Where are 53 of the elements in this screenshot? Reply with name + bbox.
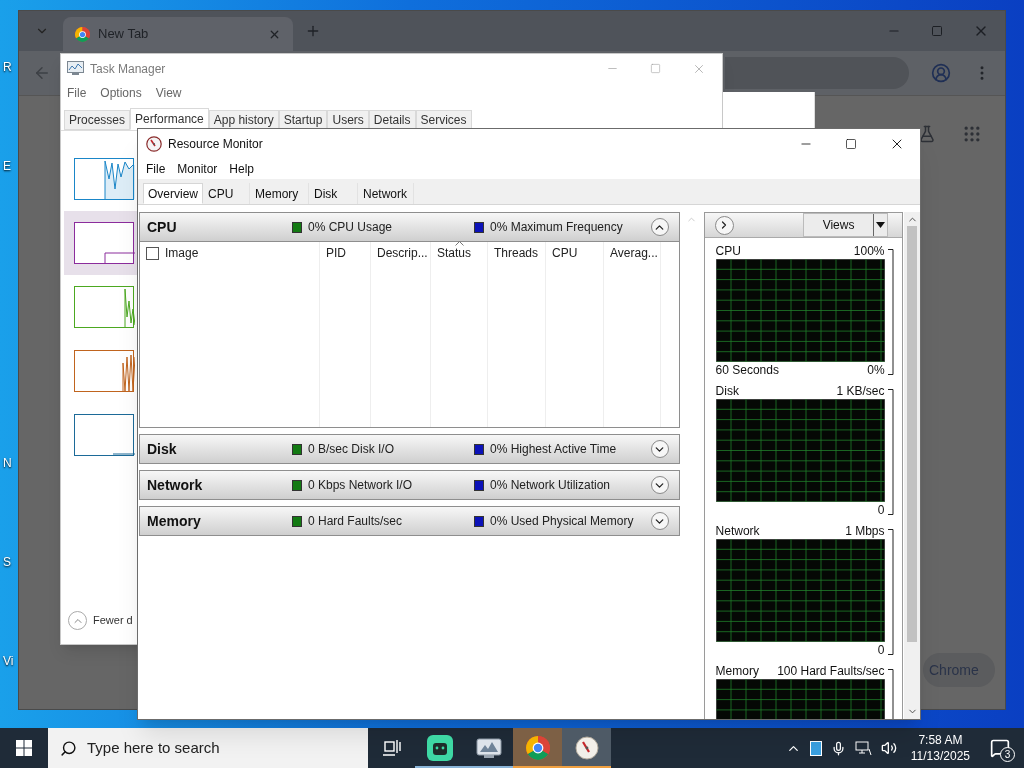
section-header[interactable]: Memory 0 Hard Faults/sec 0% Used Physical Memory xyxy=(139,506,680,536)
menu-item[interactable]: File xyxy=(67,84,87,102)
menu-item[interactable]: Options xyxy=(100,84,142,102)
section-title: Memory xyxy=(147,511,202,531)
column-header[interactable]: Threads xyxy=(488,242,545,264)
graph-scale-min: 0 xyxy=(877,642,885,659)
tab[interactable]: Processes xyxy=(64,110,131,130)
metric-label: 0 Kbps Network I/O xyxy=(308,477,413,494)
metric-label: 0 B/sec Disk I/O xyxy=(308,441,395,458)
notification-badge: 3 xyxy=(1000,747,1015,762)
metric-label: 0% CPU Usage xyxy=(308,219,393,236)
menu-item[interactable]: File xyxy=(146,160,166,178)
window-title: Task Manager xyxy=(90,60,166,78)
graph-scale-max: 100 Hard Faults/sec xyxy=(777,663,885,680)
metric-label: 0% Maximum Frequency xyxy=(490,219,623,236)
fewer-details-link[interactable]: Fewer d xyxy=(93,612,133,629)
views-button[interactable]: Views xyxy=(803,213,889,237)
graph-title: Network xyxy=(715,523,760,540)
section-header[interactable]: CPU 0% CPU Usage 0% Maximum Frequency xyxy=(139,212,680,242)
menu-item[interactable]: View xyxy=(155,84,182,102)
search-field[interactable]: Type here to search xyxy=(48,728,368,768)
section-header[interactable]: Disk 0 B/sec Disk I/O 0% Highest Active Time xyxy=(139,434,680,464)
menu-item[interactable]: Monitor xyxy=(177,160,218,178)
metric-label: 0% Network Utilization xyxy=(490,477,611,494)
metric-label: 0 Hard Faults/sec xyxy=(308,513,403,530)
graph-title: Memory xyxy=(715,663,759,680)
column-header[interactable]: CPU xyxy=(546,242,603,264)
graph-scale-max: 1 KB/sec xyxy=(836,383,885,400)
section-title: CPU xyxy=(147,217,178,237)
tab-title: New Tab xyxy=(98,25,150,44)
section-title: Network xyxy=(147,475,204,495)
graph-scale-min: 0% xyxy=(867,362,885,379)
section-header[interactable]: Network 0 Kbps Network I/O 0% Network Utilization xyxy=(139,470,680,500)
tab[interactable]: Overview xyxy=(143,183,203,204)
menu-item[interactable]: Help xyxy=(229,160,255,178)
column-header[interactable]: PID xyxy=(320,242,370,264)
graph-scale-min: 0 xyxy=(877,502,885,519)
column-header[interactable]: Averag... xyxy=(604,242,660,264)
graph-time-span: 60 Seconds xyxy=(715,362,779,379)
graph-title: Disk xyxy=(715,383,739,400)
graph-title: CPU xyxy=(715,243,741,260)
section-title: Disk xyxy=(147,439,178,459)
clock[interactable]: 7:58 AM 11/13/2025 xyxy=(904,732,976,764)
column-header[interactable]: Status xyxy=(431,242,487,264)
graph-scale-max: 100% xyxy=(853,243,885,260)
metric-label: 0% Used Physical Memory xyxy=(490,513,634,530)
window-title: Resource Monitor xyxy=(168,136,263,153)
graph-scale-max: 1 Mbps xyxy=(845,523,885,540)
tab[interactable]: Users xyxy=(327,110,369,130)
column-header[interactable]: Descrip... xyxy=(371,242,430,264)
tab[interactable]: Performance xyxy=(130,108,209,130)
metric-label: 0% Highest Active Time xyxy=(490,441,617,458)
column-header[interactable]: Image xyxy=(140,242,319,264)
